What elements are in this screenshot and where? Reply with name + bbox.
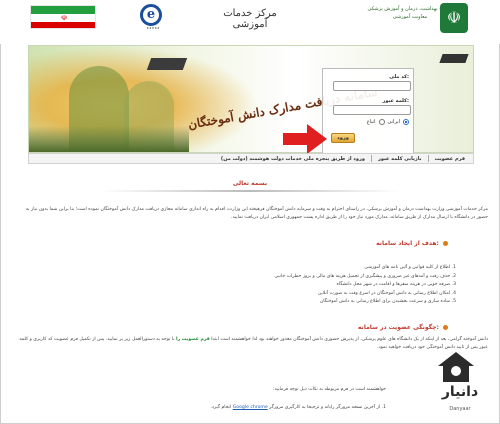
ministry-emblem-icon: ☫ xyxy=(440,3,468,33)
password-input[interactable] xyxy=(333,105,411,115)
goals-heading: هدف از ایجاد سامانه: xyxy=(248,240,448,247)
bullet-icon xyxy=(443,241,448,246)
content-title: بسمه تعالی xyxy=(232,180,268,187)
house-logo-icon xyxy=(438,352,474,382)
password-label: کلمه عبور: xyxy=(382,98,409,104)
goals-list: 1. اطلاع از کلیه قوانین و آئین نامه های … xyxy=(76,264,456,307)
danyaar-watermark: دانیار Danyaar xyxy=(424,352,494,420)
center-title: مرکز خدمات آموزشی xyxy=(223,8,277,30)
recover-password-link[interactable]: بازیابی کلمه عبور xyxy=(378,156,422,162)
intro-paragraph: مرکز خدمات آموزشی وزارت بهداشت درمان و آ… xyxy=(25,207,488,220)
nationality-radio-group: اتباع ایرانی xyxy=(327,119,409,125)
graduation-cap-icon xyxy=(146,58,188,70)
radio-foreign-label: اتباع xyxy=(366,119,376,125)
national-code-input[interactable] xyxy=(333,81,411,91)
list-item: 1. اطلاع از کلیه قوانین و آئین نامه های … xyxy=(364,265,456,270)
bullet-icon xyxy=(443,325,448,330)
google-chrome-link[interactable]: Google chrome xyxy=(233,405,268,410)
register-link[interactable]: فرم عضویت xyxy=(435,156,465,162)
list-item: 4. امکان اطلاع رسانی به دانش آموختگان در… xyxy=(317,290,456,296)
national-code-label: کد ملی: xyxy=(389,74,409,80)
membership-paragraph: دانش آموخته گرامی، بعد از اینکه از یک دا… xyxy=(19,337,488,350)
site-header: ☫ e ★★★★★ مرکز خدمات آموزشی وزارت بهداشت… xyxy=(0,0,500,44)
education-logo-icon: e ★★★★★ xyxy=(140,4,166,34)
browser-note: 1. از آخرین نسخه مرورگر رایانه و ترجیحا … xyxy=(210,405,386,410)
radio-iranian[interactable] xyxy=(403,119,409,125)
gov-login-link[interactable]: ورود از طریق پنجره ملی خدمات دولت هوشمند… xyxy=(221,156,365,162)
list-item: 2. حذف رفت و آمدهای غیر ضروری و پیشگیری … xyxy=(274,273,456,279)
radio-iranian-label: ایرانی xyxy=(387,119,401,125)
graduation-cap-icon xyxy=(439,54,469,63)
iran-flag-icon: ☫ xyxy=(30,5,96,29)
title-divider xyxy=(100,190,400,192)
list-item: 3. صرفه جویی در هزینه سفرها و اقامت در ش… xyxy=(336,282,456,287)
membership-form-link[interactable]: فرم عضویت را xyxy=(176,337,210,342)
radio-foreign[interactable] xyxy=(378,119,385,125)
list-item: 5. ساده سازی و سرعت بخشیدن برای اطلاع رس… xyxy=(319,299,456,304)
login-button[interactable]: ورود xyxy=(331,133,355,143)
login-panel: کد ملی: کلمه عبور: اتباع ایرانی ورود xyxy=(322,68,414,154)
login-nav-bar: ورود از طریق پنجره ملی خدمات دولت هوشمند… xyxy=(28,153,474,164)
note-line: خواهشمند است در فرم مربوطه به نکات ذیل ت… xyxy=(272,387,386,392)
membership-heading: چگونگی عضویت در سامانه: xyxy=(248,324,448,331)
arrow-right-icon xyxy=(283,124,327,154)
watermark-brand: دانیار xyxy=(441,384,479,400)
watermark-sub: Danyaar xyxy=(449,406,471,412)
